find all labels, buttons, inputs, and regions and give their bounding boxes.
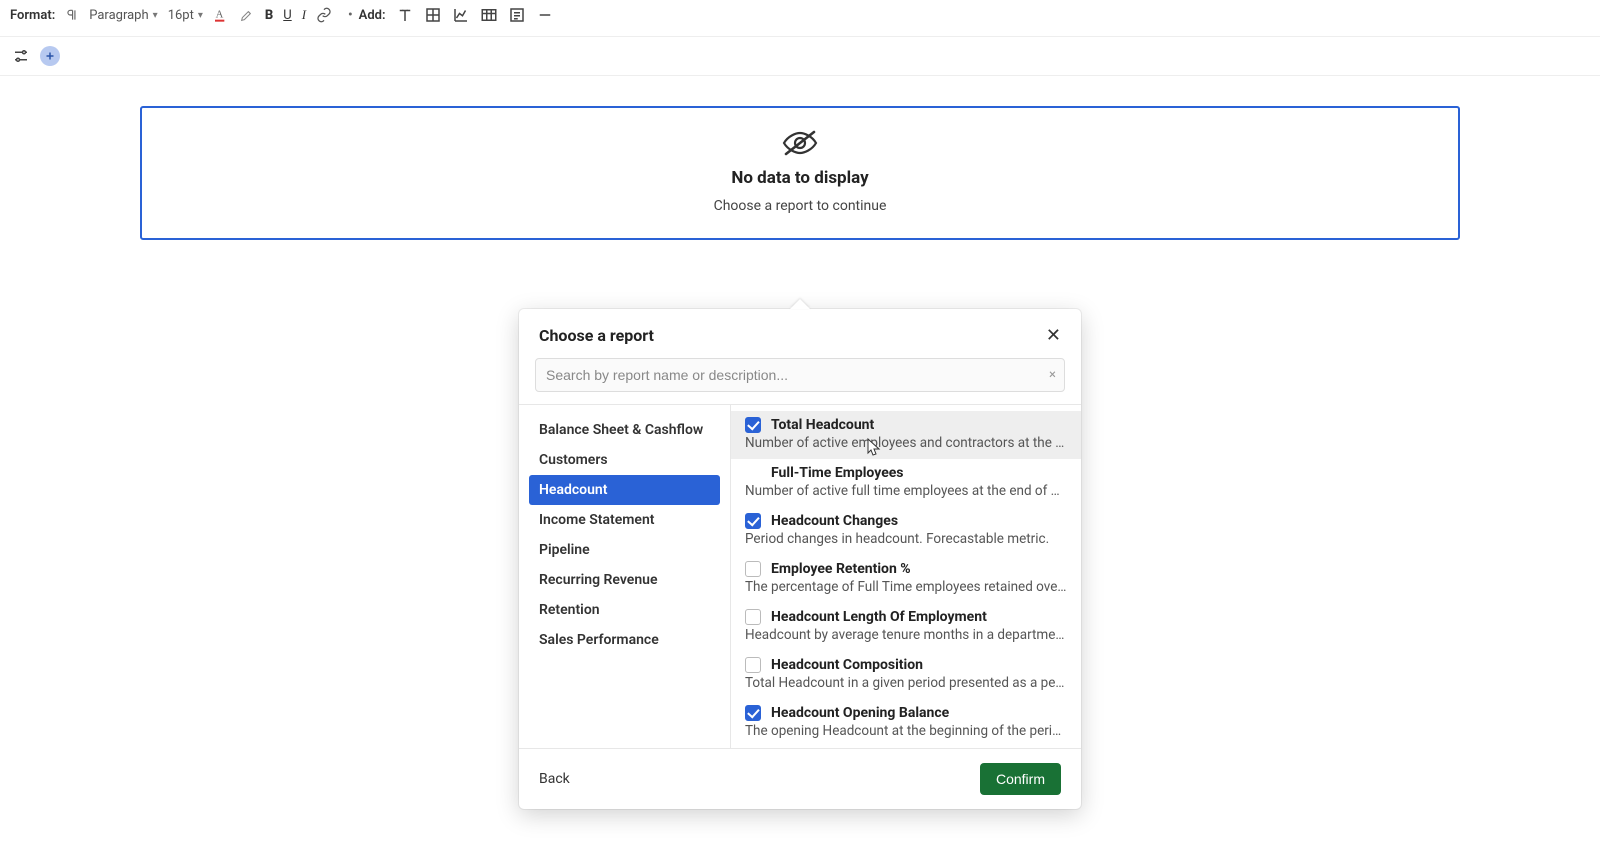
category-item-income-statement[interactable]: Income Statement: [529, 505, 720, 535]
chevron-down-icon: ▾: [198, 10, 203, 21]
category-item-pipeline[interactable]: Pipeline: [529, 535, 720, 565]
format-toolbar: Format: Paragraph ▾ 16pt ▾ A B U I •Add:: [0, 0, 1600, 30]
report-checkbox-spacer: [745, 465, 761, 481]
report-name: Total Headcount: [771, 417, 874, 433]
category-item-balance-sheet[interactable]: Balance Sheet & Cashflow: [529, 415, 720, 445]
eye-slash-icon: [780, 130, 820, 156]
settings-sliders-icon[interactable]: [10, 45, 32, 67]
report-desc: Headcount by average tenure months in a …: [745, 627, 1067, 643]
highlight-color-button[interactable]: [239, 7, 255, 23]
add-label: •Add:: [348, 8, 385, 23]
chevron-down-icon: ▾: [153, 10, 158, 21]
search-box: ×: [535, 358, 1065, 392]
bold-button[interactable]: B: [265, 8, 273, 23]
paragraph-glyph-icon[interactable]: [65, 8, 79, 22]
category-item-sales-performance[interactable]: Sales Performance: [529, 625, 720, 655]
report-list: Total Headcount Number of active employe…: [731, 405, 1081, 748]
italic-button[interactable]: I: [302, 7, 306, 23]
underline-button[interactable]: U: [283, 8, 291, 23]
dialog-body: Balance Sheet & Cashflow Customers Headc…: [519, 404, 1081, 748]
dialog-footer: Back Confirm: [519, 748, 1081, 809]
dialog-title: Choose a report: [539, 326, 654, 345]
format-label: Format:: [10, 8, 55, 23]
report-checkbox[interactable]: [745, 561, 761, 577]
report-name: Headcount Opening Balance: [771, 705, 949, 721]
report-item-length-of-employment[interactable]: Headcount Length Of Employment Headcount…: [731, 603, 1081, 651]
report-desc: Number of active employees and contracto…: [745, 435, 1067, 451]
placeholder-title: No data to display: [731, 168, 868, 188]
text-color-button[interactable]: A: [213, 7, 229, 23]
report-checkbox[interactable]: [745, 657, 761, 673]
clear-search-icon[interactable]: ×: [1049, 368, 1056, 383]
category-item-retention[interactable]: Retention: [529, 595, 720, 625]
close-icon[interactable]: ✕: [1046, 325, 1061, 346]
report-name: Headcount Changes: [771, 513, 898, 529]
report-desc: Period changes in headcount. Forecastabl…: [745, 531, 1067, 547]
report-desc: Total Headcount in a given period presen…: [745, 675, 1067, 691]
report-name: Headcount Composition: [771, 657, 923, 673]
placeholder-subtitle: Choose a report to continue: [714, 198, 887, 214]
report-item-opening-balance[interactable]: Headcount Opening Balance The opening He…: [731, 699, 1081, 747]
link-button[interactable]: [316, 7, 332, 23]
add-text-icon[interactable]: [396, 6, 414, 24]
svg-text:A: A: [216, 10, 224, 21]
add-block-button[interactable]: [40, 46, 60, 66]
document-canvas: No data to display Choose a report to co…: [0, 76, 1600, 240]
report-search-input[interactable]: [536, 359, 1064, 391]
report-name: Employee Retention %: [771, 561, 911, 577]
add-grid-icon[interactable]: [424, 6, 442, 24]
paragraph-style-select[interactable]: Paragraph ▾: [89, 8, 157, 23]
category-item-recurring-revenue[interactable]: Recurring Revenue: [529, 565, 720, 595]
report-placeholder-box[interactable]: No data to display Choose a report to co…: [140, 106, 1460, 240]
category-item-headcount[interactable]: Headcount: [529, 475, 720, 505]
report-checkbox[interactable]: [745, 513, 761, 529]
report-checkbox[interactable]: [745, 417, 761, 433]
report-item-headcount-composition[interactable]: Headcount Composition Total Headcount in…: [731, 651, 1081, 699]
report-checkbox[interactable]: [745, 609, 761, 625]
back-button[interactable]: Back: [539, 771, 570, 787]
report-name: Full-Time Employees: [771, 465, 904, 481]
report-desc: The percentage of Full Time employees re…: [745, 579, 1067, 595]
dialog-notch: [790, 299, 810, 309]
report-item-employee-retention[interactable]: Employee Retention % The percentage of F…: [731, 555, 1081, 603]
category-item-customers[interactable]: Customers: [529, 445, 720, 475]
category-list: Balance Sheet & Cashflow Customers Headc…: [519, 405, 731, 748]
dialog-search-row: ×: [519, 358, 1081, 404]
report-desc: The opening Headcount at the beginning o…: [745, 723, 1067, 739]
report-item-full-time-employees[interactable]: Full-Time Employees Number of active ful…: [731, 459, 1081, 507]
paragraph-style-label: Paragraph: [89, 8, 148, 23]
dialog-header: Choose a report ✕: [519, 309, 1081, 358]
secondary-toolbar: [0, 36, 1600, 76]
report-checkbox[interactable]: [745, 705, 761, 721]
report-item-headcount-changes[interactable]: Headcount Changes Period changes in head…: [731, 507, 1081, 555]
report-item-total-headcount[interactable]: Total Headcount Number of active employe…: [731, 411, 1081, 459]
font-size-label: 16pt: [168, 8, 194, 23]
add-table-icon[interactable]: [480, 6, 498, 24]
add-divider-icon[interactable]: [536, 6, 554, 24]
font-size-select[interactable]: 16pt ▾: [168, 8, 203, 23]
report-name: Headcount Length Of Employment: [771, 609, 987, 625]
add-chart-icon[interactable]: [452, 6, 470, 24]
report-desc: Number of active full time employees at …: [745, 483, 1067, 499]
choose-report-dialog: Choose a report ✕ × Balance Sheet & Cash…: [519, 309, 1081, 809]
confirm-button[interactable]: Confirm: [980, 763, 1061, 795]
add-section-icon[interactable]: [508, 6, 526, 24]
